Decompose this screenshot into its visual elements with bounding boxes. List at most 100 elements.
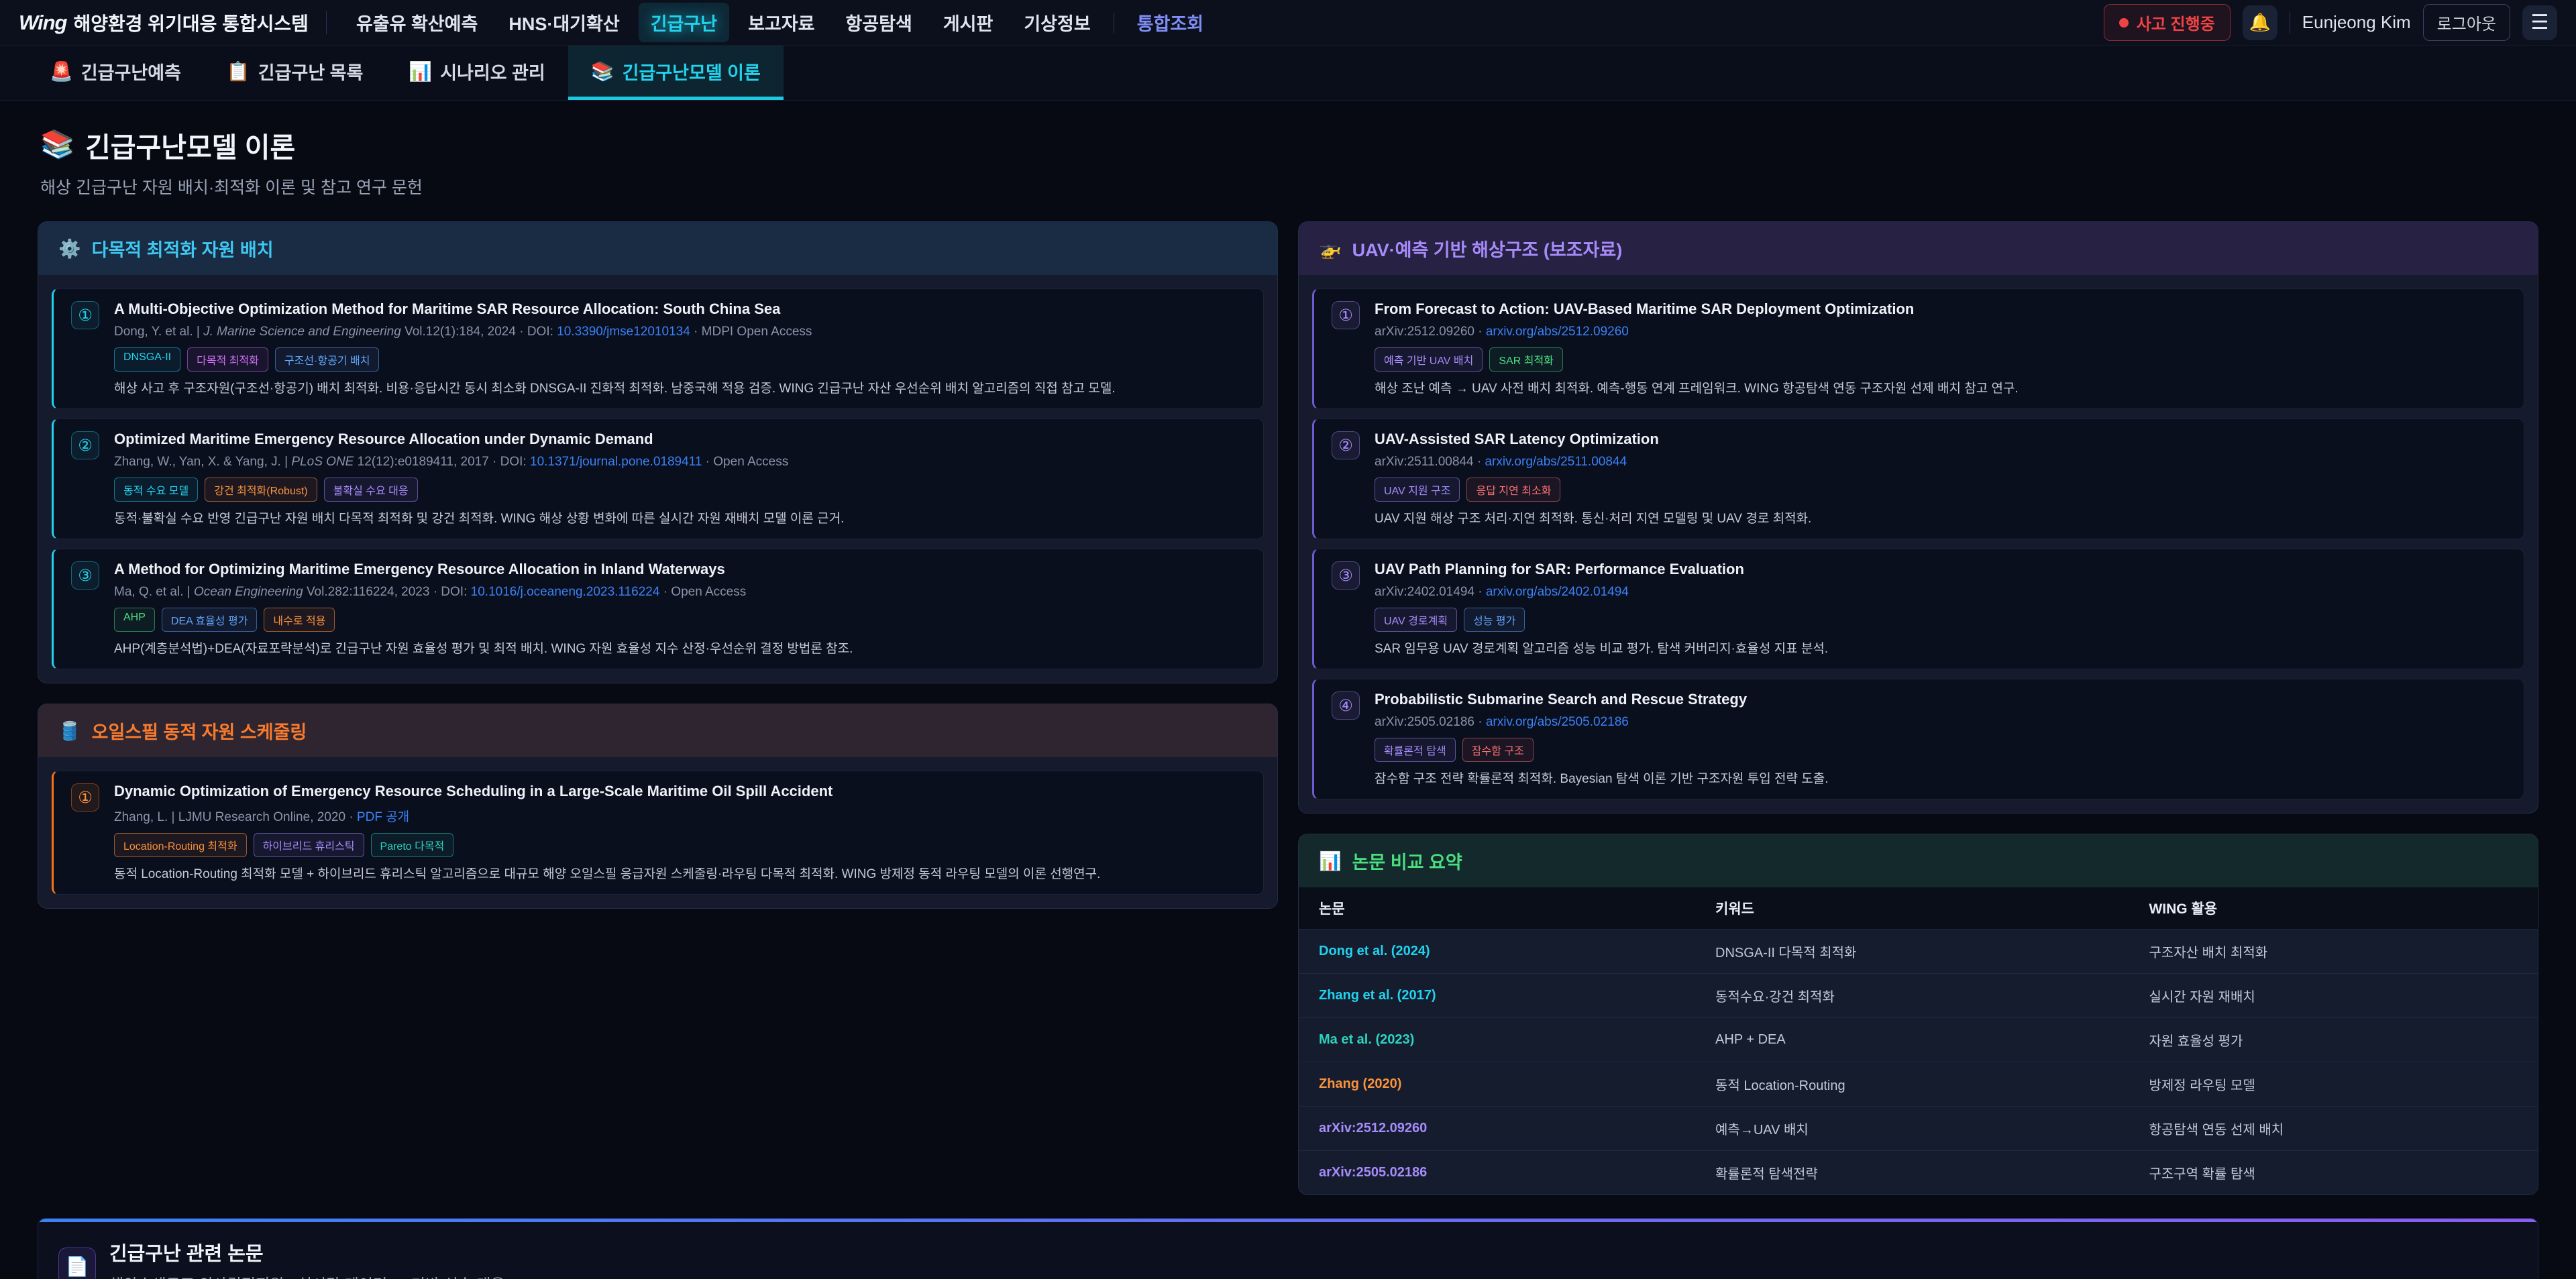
tab-sar-model-theory[interactable]: 📚 긴급구난모델 이론 [568, 46, 784, 100]
paper-citation: Zhang, L. | LJMU Research Online, 2020 ·… [114, 807, 1246, 825]
doi-link[interactable]: 10.3390/jmse12010134 [557, 325, 690, 339]
tag: 구조선·항공기 배치 [275, 347, 380, 372]
paper-citation: Dong, Y. et al. | J. Marine Science and … [114, 325, 1246, 339]
panel-title: 다목적 최적화 자원 배치 [92, 235, 274, 262]
siren-icon: 🚨 [50, 60, 73, 82]
paper-summary: SAR 임무용 UAV 경로계획 알고리즘 성능 비교 평가. 탐색 커버리지·… [1375, 641, 2506, 659]
pdf-link[interactable]: PDF 공개 [357, 810, 409, 824]
paper-keyword: AHP + DEA [1695, 1018, 2129, 1062]
tab-label: 시나리오 관리 [440, 58, 545, 85]
panel-multiobjective-allocation: ⚙️ 다목적 최적화 자원 배치 ① A Multi-Objective Opt… [38, 221, 1278, 683]
tag: UAV 경로계획 [1375, 608, 1457, 632]
paper-summary: 동적 Location-Routing 최적화 모델 + 하이브리드 휴리스틱 … [114, 866, 1246, 884]
tag: 응답 지연 최소화 [1466, 478, 1560, 502]
nav-item-sar[interactable]: 긴급구난 [639, 3, 729, 42]
top-navbar: Wing 해양환경 위기대응 통합시스템 유출유 확산예측 HNS·대기확산 긴… [0, 0, 2576, 46]
tag: 예측 기반 UAV 배치 [1375, 347, 1483, 372]
page-header: 📚 긴급구난모델 이론 해상 긴급구난 자원 배치·최적화 이론 및 참고 연구… [40, 125, 2538, 199]
clipboard-icon: 📋 [227, 60, 250, 82]
panel-header: ⚙️ 다목적 최적화 자원 배치 [38, 222, 1277, 275]
tag: Pareto 다목적 [371, 833, 454, 857]
paper-volume: 12(12):e0189411, 2017 · DOI: [358, 455, 527, 469]
paper-card: ③ UAV Path Planning for SAR: Performance… [1312, 549, 2524, 669]
bar-chart-icon: 📊 [1319, 850, 1342, 872]
tag: 성능 평가 [1464, 608, 1525, 632]
paper-number-badge: ① [71, 301, 99, 329]
tab-sar-list[interactable]: 📋 긴급구난 목록 [204, 46, 386, 100]
paper-name[interactable]: Ma et al. (2023) [1299, 1018, 1695, 1062]
paper-summary: 해상 조난 예측 → UAV 사전 배치 최적화. 예측-행동 연계 프레임워크… [1375, 380, 2506, 398]
nav-item-oil-spill[interactable]: 유출유 확산예측 [344, 3, 490, 42]
arxiv-link[interactable]: arxiv.org/abs/2505.02186 [1486, 715, 1629, 729]
wing-usage: 방제정 라우팅 모델 [2129, 1062, 2538, 1107]
paper-card: ④ Probabilistic Submarine Search and Res… [1312, 679, 2524, 799]
paper-number-badge: ③ [1332, 561, 1360, 590]
nav-divider [326, 11, 327, 34]
incident-status-badge[interactable]: 사고 진행중 [2104, 4, 2231, 41]
arxiv-id: arXiv:2512.09260 · [1375, 325, 1483, 339]
gear-icon: ⚙️ [58, 238, 81, 260]
table-row: arXiv:2505.02186 확률론적 탐색전략 구조구역 확률 탐색 [1299, 1151, 2538, 1195]
paper-card: ② Optimized Maritime Emergency Resource … [52, 419, 1264, 539]
section-title: 긴급구난 관련 논문 [109, 1238, 505, 1266]
app-logo[interactable]: Wing 해양환경 위기대응 통합시스템 [19, 9, 309, 36]
paper-authors: Dong, Y. et al. | [114, 325, 200, 339]
tag: SAR 최적화 [1489, 347, 1563, 372]
panel-paper-comparison: 📊 논문 비교 요약 논문 키워드 WING 활용 Dong et al. (2… [1298, 834, 2538, 1195]
tag: 내수로 적용 [264, 608, 335, 632]
table-row: Dong et al. (2024) DNSGA-II 다목적 최적화 구조자산… [1299, 930, 2538, 974]
main-content: 📚 긴급구난모델 이론 해상 긴급구난 자원 배치·최적화 이론 및 참고 연구… [0, 101, 2576, 1279]
arxiv-link[interactable]: arxiv.org/abs/2402.01494 [1486, 585, 1629, 599]
paper-name[interactable]: arXiv:2505.02186 [1299, 1151, 1695, 1195]
paper-title: Optimized Maritime Emergency Resource Al… [114, 430, 1246, 449]
paper-name[interactable]: arXiv:2512.09260 [1299, 1107, 1695, 1151]
paper-number-badge: ② [1332, 431, 1360, 459]
paper-title: Dynamic Optimization of Emergency Resour… [114, 782, 1246, 801]
page-title: 긴급구난모델 이론 [85, 125, 295, 165]
table-header-row: 논문 키워드 WING 활용 [1299, 887, 2538, 930]
nav-item-reports[interactable]: 보고자료 [736, 3, 826, 42]
paper-title: A Multi-Objective Optimization Method fo… [114, 300, 1246, 319]
paper-journal: Ocean Engineering [194, 585, 303, 599]
status-label: 사고 진행중 [2137, 11, 2215, 34]
paper-name[interactable]: Dong et al. (2024) [1299, 930, 1695, 974]
books-icon: 📚 [591, 60, 614, 82]
wing-usage: 구조자산 배치 최적화 [2129, 930, 2538, 974]
books-icon: 📚 [40, 129, 74, 161]
table-row: arXiv:2512.09260 예측→UAV 배치 항공탐색 연동 선제 배치 [1299, 1107, 2538, 1151]
tag: Location-Routing 최적화 [114, 833, 247, 857]
column-header: 키워드 [1695, 887, 2129, 930]
nav-item-hns[interactable]: HNS·대기확산 [496, 3, 631, 42]
section-subtitle: 해양수색구조 의사결정지원 · 실시간 데이터·AI 기반 신속 대응 [109, 1272, 505, 1279]
doi-link[interactable]: 10.1016/j.oceaneng.2023.116224 [471, 585, 660, 599]
arxiv-id: arXiv:2505.02186 · [1375, 715, 1483, 729]
nav-item-aerial-search[interactable]: 항공탐색 [833, 3, 924, 42]
tab-sar-prediction[interactable]: 🚨 긴급구난예측 [27, 46, 204, 100]
paper-number-badge: ④ [1332, 691, 1360, 720]
paper-title: UAV-Assisted SAR Latency Optimization [1375, 430, 2506, 449]
notifications-button[interactable]: 🔔 [2243, 5, 2277, 40]
nav-item-board[interactable]: 게시판 [931, 3, 1006, 42]
paper-card: ① From Forecast to Action: UAV-Based Mar… [1312, 288, 2524, 409]
oil-drum-icon: 🛢️ [58, 720, 81, 742]
logout-button[interactable]: 로그아웃 [2423, 4, 2510, 41]
paper-summary: UAV 지원 해상 구조 처리·지연 최적화. 통신·처리 지연 모델링 및 U… [1375, 510, 2506, 529]
paper-name[interactable]: Zhang et al. (2017) [1299, 974, 1695, 1018]
nav-item-weather[interactable]: 기상정보 [1012, 3, 1102, 42]
tab-scenario-management[interactable]: 📊 시나리오 관리 [386, 46, 568, 100]
paper-authors: Zhang, W., Yan, X. & Yang, J. | [114, 455, 288, 469]
tag: 강건 최적화(Robust) [205, 478, 317, 502]
arxiv-link[interactable]: arxiv.org/abs/2511.00844 [1485, 455, 1627, 469]
tag: 하이브리드 휴리스틱 [254, 833, 364, 857]
menu-button[interactable]: ☰ [2522, 5, 2557, 40]
paper-card: ① A Multi-Objective Optimization Method … [52, 288, 1264, 409]
panel-oilspill-scheduling: 🛢️ 오일스필 동적 자원 스케줄링 ① Dynamic Optimizatio… [38, 704, 1278, 909]
wing-usage: 자원 효율성 평가 [2129, 1018, 2538, 1062]
table-row: Zhang (2020) 동적 Location-Routing 방제정 라우팅… [1299, 1062, 2538, 1107]
paper-name[interactable]: Zhang (2020) [1299, 1062, 1695, 1107]
doi-link[interactable]: 10.1371/journal.pone.0189411 [530, 455, 702, 469]
tag: AHP [114, 608, 155, 632]
paper-authors: Zhang, L. | [114, 810, 175, 824]
nav-item-integrated-search[interactable]: 통합조회 [1125, 3, 1216, 42]
arxiv-link[interactable]: arxiv.org/abs/2512.09260 [1486, 325, 1629, 339]
